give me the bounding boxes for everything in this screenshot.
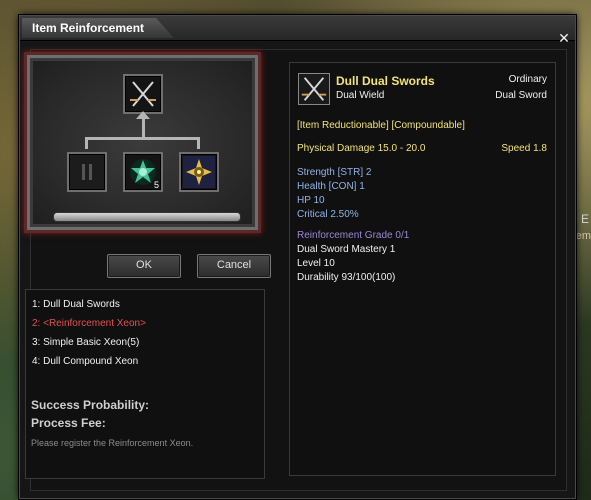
list-item: 2: <Reinforcement Xeon> bbox=[32, 318, 146, 329]
stat-line: HP 10 bbox=[297, 195, 325, 206]
ok-button[interactable]: OK bbox=[107, 254, 181, 278]
item-subtype: Dual Wield bbox=[336, 90, 385, 101]
stat-line: Critical 2.50% bbox=[297, 209, 359, 220]
background-letter: E bbox=[580, 212, 589, 226]
requirement-line: Durability 93/100(100) bbox=[297, 272, 396, 283]
item-info-panel: Dull Dual Swords Ordinary Dual Wield Dua… bbox=[289, 62, 556, 476]
list-item: 4: Dull Compound Xeon bbox=[32, 356, 139, 367]
connector-arrow-stem bbox=[142, 117, 145, 137]
requirement-line: Dual Sword Mastery 1 bbox=[297, 244, 396, 255]
process-fee-label: Process Fee: bbox=[31, 416, 106, 430]
physical-damage: Physical Damage 15.0 - 20.0 bbox=[297, 143, 426, 154]
item-reinforcement-window: Item Reinforcement ✕ 5 OK Cancel 1: Dull… bbox=[19, 15, 576, 499]
list-item: 3: Simple Basic Xeon(5) bbox=[32, 337, 140, 348]
item-weapon-type: Dual Sword bbox=[495, 90, 547, 101]
pause-slot-icon bbox=[82, 164, 92, 180]
cancel-button[interactable]: Cancel bbox=[197, 254, 271, 278]
success-probability-label: Success Probability: bbox=[31, 398, 150, 412]
connector-right bbox=[197, 137, 200, 149]
slot-count: 5 bbox=[153, 180, 159, 190]
stat-line: Strength [STR] 2 bbox=[297, 167, 372, 178]
material-slot-3[interactable] bbox=[179, 152, 219, 192]
list-item: 1: Dull Dual Swords bbox=[32, 299, 120, 310]
crossed-swords-icon bbox=[130, 81, 156, 107]
reinforce-progress-bar bbox=[53, 212, 241, 222]
connector-left bbox=[85, 137, 88, 149]
item-name: Dull Dual Swords bbox=[336, 74, 435, 88]
connector-horizontal bbox=[85, 137, 200, 140]
item-rarity: Ordinary bbox=[508, 74, 547, 85]
hint-text: Please register the Reinforcement Xeon. bbox=[31, 438, 194, 448]
window-title: Item Reinforcement bbox=[22, 18, 174, 38]
material-list-panel: 1: Dull Dual Swords 2: <Reinforcement Xe… bbox=[25, 289, 265, 479]
crossed-swords-icon bbox=[301, 77, 327, 101]
material-slot-1[interactable] bbox=[67, 152, 107, 192]
stat-line: Health [CON] 1 bbox=[297, 181, 365, 192]
item-tags: [Item Reductionable] [Compoundable] bbox=[297, 120, 465, 131]
title-bar[interactable]: Item Reinforcement bbox=[20, 16, 575, 41]
requirement-line: Level 10 bbox=[297, 258, 335, 269]
item-icon bbox=[298, 73, 330, 105]
close-icon[interactable]: ✕ bbox=[557, 32, 571, 46]
reinforcement-grade: Reinforcement Grade 0/1 bbox=[297, 230, 410, 241]
result-slot[interactable] bbox=[123, 74, 163, 114]
attack-speed: Speed 1.8 bbox=[501, 143, 547, 154]
connector-arrow-head bbox=[136, 111, 150, 119]
reinforcement-frame: 5 bbox=[24, 52, 261, 233]
gold-compound-xeon-icon bbox=[183, 156, 215, 188]
material-slot-2[interactable]: 5 bbox=[123, 152, 163, 192]
